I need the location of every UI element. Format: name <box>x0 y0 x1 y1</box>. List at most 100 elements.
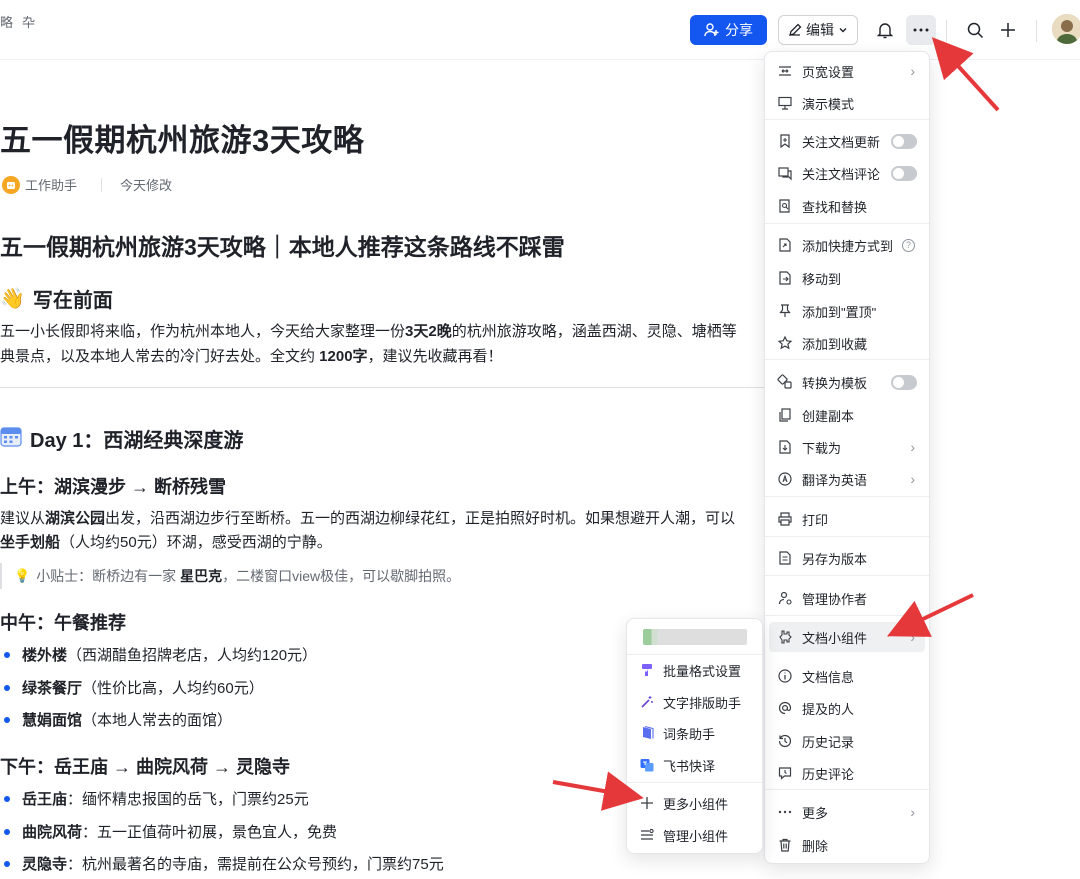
toolbar-divider <box>946 20 947 42</box>
menu-divider <box>765 496 929 497</box>
search-icon <box>967 22 983 38</box>
list-item: 慧娟面馆 （本地人常去的面馆） <box>4 709 232 730</box>
menu-item-more[interactable]: 更多 › <box>769 797 925 827</box>
collaborator-icon <box>777 590 793 606</box>
menu-item-print[interactable]: 打印 <box>769 504 925 534</box>
translate-icon <box>777 471 793 487</box>
heading-day1: Day 1：西湖经典深度游 <box>0 424 243 453</box>
menu-item-pin[interactable]: 添加到"置顶" <box>769 296 925 326</box>
menu-item-bookmark[interactable]: 关注文档更新 <box>769 126 925 156</box>
format-brush-icon <box>639 662 655 678</box>
menu-item-label: 下载为 <box>802 440 842 456</box>
share-button[interactable]: 分享 <box>690 15 767 45</box>
history-icon <box>777 733 793 749</box>
ellipsis-icon <box>913 28 929 32</box>
more-icon <box>777 804 793 820</box>
menu-item-label: 管理协作者 <box>802 591 868 607</box>
heading-intro: 👋 写在前面 <box>0 284 113 313</box>
toggle-switch[interactable] <box>891 133 917 149</box>
menu-item-label: 文档信息 <box>802 669 855 685</box>
widget-icon <box>777 629 793 645</box>
copy-icon <box>777 407 793 423</box>
menu-item-at[interactable]: 提及的人 <box>769 693 925 723</box>
list-item: 曲院风荷 ：五一正值荷叶初展，景色宜人，免费 <box>4 821 337 842</box>
divider <box>0 387 770 388</box>
menu-item-history[interactable]: 历史记录 <box>769 726 925 756</box>
breadcrumb[interactable]: 略 <box>0 12 13 31</box>
menu-item-label: 创建副本 <box>802 408 855 424</box>
menu-item-translate[interactable]: 翻译为英语 › <box>769 464 925 494</box>
submenu-item-manage[interactable]: 管理小组件 <box>633 821 757 849</box>
help-icon[interactable]: ? <box>902 238 915 252</box>
robot-avatar-icon <box>2 175 20 194</box>
info-icon <box>777 668 793 684</box>
menu-item-page-width[interactable]: 页宽设置 › <box>769 56 925 86</box>
morning-paragraph-line2: 坐手划船（人均约50元）环湖，感受西湖的宁静。 <box>0 534 332 551</box>
menu-item-label: 查找和替换 <box>802 199 868 215</box>
more-options-button[interactable] <box>906 15 936 45</box>
menu-item-info[interactable]: 文档信息 <box>769 661 925 691</box>
menu-item-label: 转换为模板 <box>802 375 868 391</box>
menu-item-label: 文档小组件 <box>802 630 868 646</box>
doc-modified[interactable]: 今天修改 <box>120 175 172 194</box>
menu-item-shortcut[interactable]: 添加快捷方式到? <box>769 230 925 260</box>
chevron-down-icon <box>839 28 847 33</box>
trash-icon <box>777 837 793 853</box>
doc-author[interactable]: 工作助手 <box>25 175 77 194</box>
menu-item-find-replace[interactable]: 查找和替换 <box>769 191 925 221</box>
menu-item-label: 另存为版本 <box>802 551 868 567</box>
page-title: 五一假期杭州旅游3天攻略 <box>0 123 365 158</box>
plus-icon <box>1001 23 1015 37</box>
submenu-item-plus[interactable]: 更多小组件 <box>633 789 757 817</box>
menu-item-star[interactable]: 添加到收藏 <box>769 328 925 358</box>
toggle-switch[interactable] <box>891 374 917 390</box>
notification-button[interactable] <box>870 15 900 45</box>
move-icon <box>777 270 793 286</box>
submenu-item-magic-wand[interactable]: 文字排版助手 <box>633 688 757 716</box>
menu-item-move[interactable]: 移动到 <box>769 263 925 293</box>
toolbar-divider <box>1036 20 1037 42</box>
menu-item-presentation[interactable]: 演示模式 <box>769 88 925 118</box>
waving-hand-icon: 👋 <box>0 288 25 310</box>
list-item: 灵隐寺 ：杭州最著名的寺庙，需提前在公众号预约，门票约75元 <box>4 853 444 874</box>
submenu-item-label: 词条助手 <box>663 726 716 742</box>
heading-afternoon: 下午：岳王庙 → 曲院风荷 → 灵隐寺 <box>0 757 291 777</box>
shortcut-icon <box>777 237 793 253</box>
menu-item-download[interactable]: 下载为 › <box>769 432 925 462</box>
avatar[interactable] <box>1052 14 1080 44</box>
menu-item-version[interactable]: 另存为版本 <box>769 543 925 573</box>
chevron-right-icon: › <box>910 63 915 79</box>
blurred-widget-item[interactable] <box>643 629 747 645</box>
menu-divider <box>765 223 929 224</box>
submenu-item-quick-translate[interactable]: 飞书快译 <box>633 751 757 779</box>
menu-item-widget[interactable]: 文档小组件 › <box>769 622 925 652</box>
menu-item-history-comment[interactable]: 历史评论 <box>769 758 925 788</box>
toggle-switch[interactable] <box>891 165 917 181</box>
menu-item-trash[interactable]: 删除 <box>769 830 925 860</box>
comment-follow-icon <box>777 165 793 181</box>
chevron-right-icon: › <box>910 471 915 487</box>
menu-divider <box>765 575 929 576</box>
meta-divider <box>101 177 103 192</box>
create-button[interactable] <box>993 15 1023 45</box>
menu-item-copy[interactable]: 创建副本 <box>769 400 925 430</box>
edit-mode-dropdown[interactable]: 编辑 <box>778 15 858 45</box>
search-button[interactable] <box>960 15 990 45</box>
menu-item-label: 翻译为英语 <box>802 472 868 488</box>
chevron-right-icon: › <box>910 804 915 820</box>
heading-intro-text: 写在前面 <box>32 290 113 312</box>
menu-item-collaborator[interactable]: 管理协作者 <box>769 583 925 613</box>
menu-item-label: 更多 <box>802 805 829 821</box>
lightbulb-icon: 💡 <box>14 568 31 583</box>
menu-item-template[interactable]: 转换为模板 <box>769 367 925 397</box>
template-icon <box>777 374 793 390</box>
heading-noon: 中午：午餐推荐 <box>0 613 126 633</box>
menu-item-comment-follow[interactable]: 关注文档评论 <box>769 158 925 188</box>
menu-item-label: 页宽设置 <box>802 64 855 80</box>
submenu-item-entry[interactable]: 词条助手 <box>633 719 757 747</box>
pin-icon[interactable]: 卆 <box>22 12 35 31</box>
submenu-item-format-brush[interactable]: 批量格式设置 <box>633 656 757 684</box>
menu-divider <box>765 359 929 360</box>
submenu-item-label: 飞书快译 <box>663 758 716 774</box>
heading-day1-text: Day 1：西湖经典深度游 <box>30 430 244 452</box>
